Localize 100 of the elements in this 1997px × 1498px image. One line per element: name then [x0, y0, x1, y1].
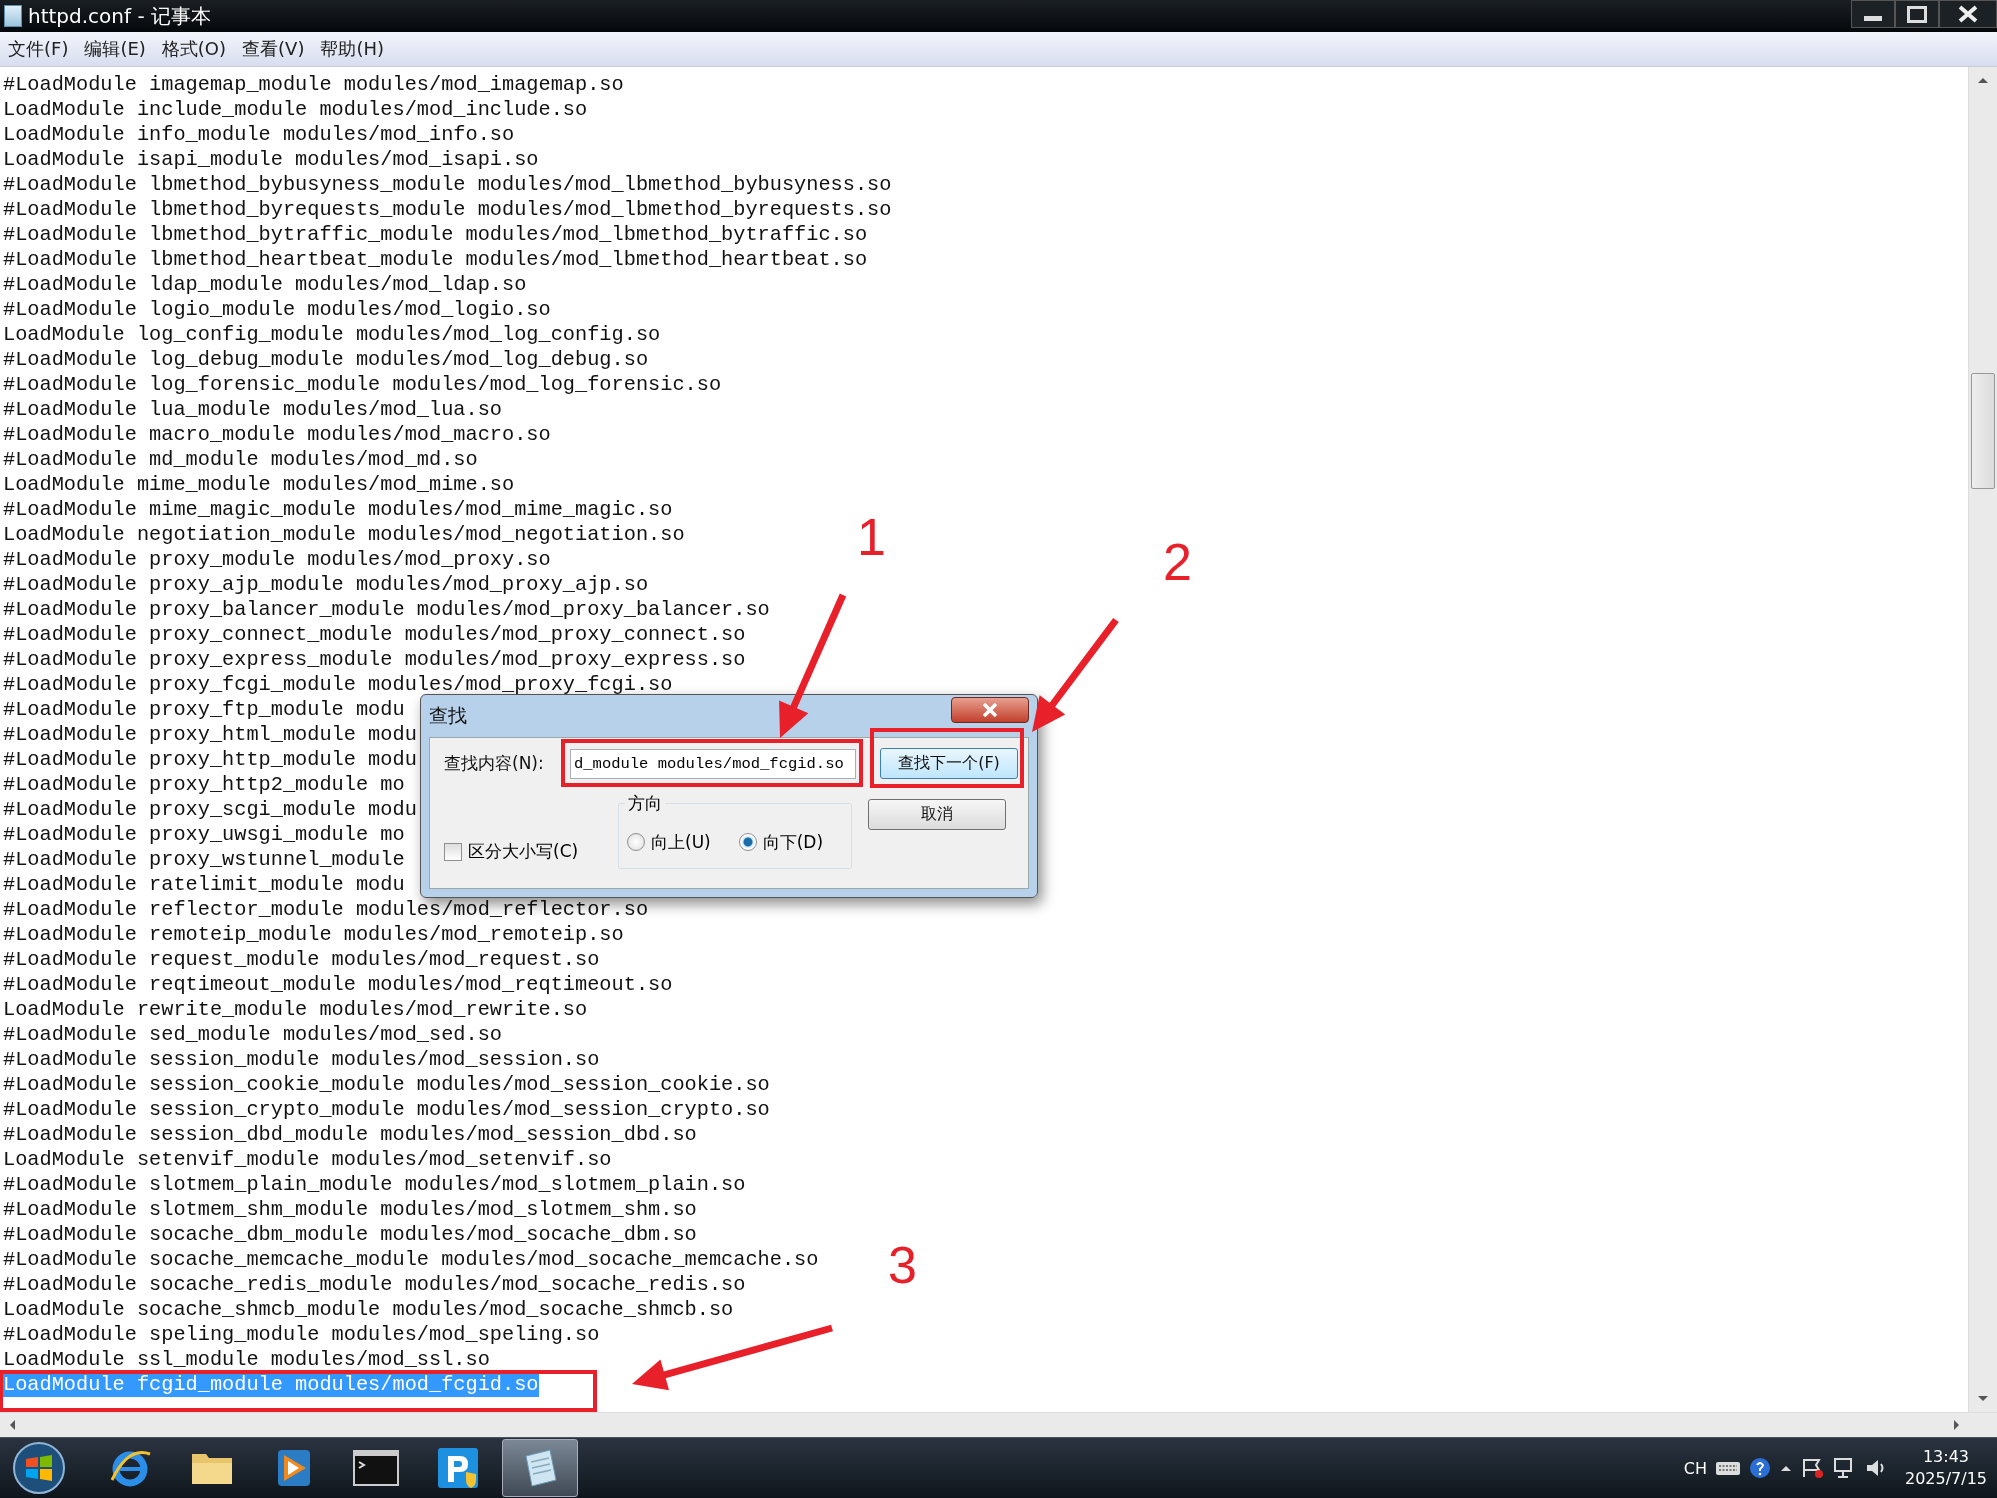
code-line: LoadModule setenvif_module modules/mod_setenvif.so — [3, 1147, 612, 1172]
code-line: #LoadModule session_module modules/mod_session.so — [3, 1047, 600, 1072]
code-line: #LoadModule session_cookie_module modules/mod_session_cookie.so — [3, 1072, 770, 1097]
code-line: #LoadModule reflector_module modules/mod_reflector.so — [3, 897, 649, 922]
code-line: LoadModule isapi_module modules/mod_isapi.so — [3, 147, 539, 172]
close-button[interactable] — [1939, 0, 1997, 28]
code-line: LoadModule info_module modules/mod_info.so — [3, 122, 515, 147]
code-line: #LoadModule lua_module modules/mod_lua.so — [3, 397, 502, 422]
code-line: #LoadModule md_module modules/mod_md.so — [3, 447, 478, 472]
annotation-number: 2 — [1163, 533, 1192, 591]
code-line: #LoadModule proxy_connect_module modules/mod_proxy_connect.so — [3, 622, 746, 647]
code-line: #LoadModule imagemap_module modules/mod_imagemap.so — [3, 72, 624, 97]
code-line: #LoadModule lbmethod_bytraffic_module modules/mod_lbmethod_bytraffic.so — [3, 222, 868, 247]
code-line: #LoadModule proxy_module modules/mod_proxy.so — [3, 547, 551, 572]
clock[interactable]: 13:43 2025/7/15 — [1904, 1446, 1987, 1490]
checkbox-label: 区分大小写(C) — [468, 840, 579, 863]
start-button[interactable] — [12, 1441, 66, 1495]
code-line: #LoadModule macro_module modules/mod_macro.so — [3, 422, 551, 447]
code-line: #LoadModule proxy_wstunnel_module — [3, 847, 405, 872]
code-line: #LoadModule proxy_html_module modu — [3, 722, 417, 747]
code-line: #LoadModule proxy_http_module modu — [3, 747, 417, 772]
code-line: #LoadModule proxy_ftp_module modu — [3, 697, 405, 722]
code-line: LoadModule include_module modules/mod_include.so — [3, 97, 588, 122]
scroll-up-icon[interactable] — [1977, 76, 1989, 84]
close-icon — [1957, 5, 1979, 23]
code-line: #LoadModule reqtimeout_module modules/mod_reqtimeout.so — [3, 972, 673, 997]
code-line: #LoadModule proxy_express_module modules/mod_proxy_express.so — [3, 647, 746, 672]
code-line: #LoadModule sed_module modules/mod_sed.so — [3, 1022, 502, 1047]
code-line: #LoadModule proxy_http2_module mo — [3, 772, 405, 797]
code-line: #LoadModule proxy_scgi_module modu — [3, 797, 417, 822]
code-line: LoadModule ssl_module modules/mod_ssl.so — [3, 1347, 490, 1372]
annotation-number: 1 — [857, 508, 886, 566]
app-icon — [436, 1446, 480, 1490]
vertical-scrollbar[interactable] — [1968, 67, 1997, 1412]
code-line: LoadModule socache_shmcb_module modules/mod_socache_shmcb.so — [3, 1297, 734, 1322]
menu-item[interactable]: 查看(V) — [234, 37, 313, 61]
code-line: LoadModule negotiation_module modules/mod_negotiation.so — [3, 522, 685, 547]
close-icon — [980, 702, 1000, 718]
code-line: #LoadModule lbmethod_byrequests_module modules/mod_lbmethod_byrequests.so — [3, 197, 892, 222]
find-next-button[interactable]: 查找下一个(F) — [880, 748, 1018, 779]
menu-item[interactable]: 文件(F) — [0, 37, 77, 61]
help-icon[interactable] — [1748, 1457, 1771, 1479]
code-line: #LoadModule log_debug_module modules/mod_log_debug.so — [3, 347, 649, 372]
find-label: 查找内容(N): — [444, 752, 545, 775]
code-line: #LoadModule proxy_uwsgi_module mo — [3, 822, 405, 847]
menu-item[interactable]: 格式(O) — [153, 37, 235, 61]
code-line: #LoadModule speling_module modules/mod_speling.so — [3, 1322, 600, 1347]
group-label: 方向 — [625, 792, 665, 815]
code-line: LoadModule mime_module modules/mod_mime.so — [3, 472, 515, 497]
code-line: #LoadModule lbmethod_heartbeat_module modules/mod_lbmethod_heartbeat.so — [3, 247, 868, 272]
scroll-right-icon[interactable] — [1953, 1419, 1961, 1431]
code-line: #LoadModule socache_dbm_module modules/mod_socache_dbm.so — [3, 1222, 697, 1247]
keyboard-icon[interactable] — [1714, 1459, 1741, 1477]
restore-icon — [1907, 5, 1927, 23]
match-case-checkbox[interactable]: 区分大小写(C) — [444, 840, 618, 863]
notepad-icon — [4, 5, 22, 27]
code-line: #LoadModule slotmem_shm_module modules/mod_slotmem_shm.so — [3, 1197, 697, 1222]
window-title: httpd.conf - 记事本 — [28, 2, 212, 30]
radio-button[interactable] — [627, 833, 645, 851]
terminal-icon — [353, 1450, 399, 1486]
horizontal-scrollbar[interactable] — [0, 1412, 1997, 1437]
code-line: #LoadModule mime_magic_module modules/mod_mime_magic.so — [3, 497, 673, 522]
find-field[interactable]: d_module modules/mod_fcgid.so — [570, 748, 856, 779]
scroll-thumb[interactable] — [1971, 373, 1995, 489]
menu-item[interactable]: 帮助(H) — [312, 37, 392, 61]
language-indicator[interactable]: CH — [1683, 1458, 1707, 1478]
code-line: LoadModule rewrite_module modules/mod_rewrite.so — [3, 997, 588, 1022]
minimize-button[interactable] — [1851, 0, 1895, 28]
code-line: #LoadModule ldap_module modules/mod_ldap.so — [3, 272, 527, 297]
flag-icon[interactable] — [1800, 1457, 1825, 1479]
radio-label: 向上(U) — [651, 830, 711, 854]
scroll-down-icon[interactable] — [1977, 1395, 1989, 1403]
code-line: #LoadModule proxy_fcgi_module modules/mod_proxy_fcgi.so — [3, 672, 673, 697]
menu-item[interactable]: 编辑(E) — [76, 37, 154, 61]
code-line: #LoadModule slotmem_plain_module modules/mod_slotmem_plain.so — [3, 1172, 746, 1197]
annotation-number: 3 — [888, 1236, 917, 1294]
code-line: #LoadModule log_forensic_module modules/mod_log_forensic.so — [3, 372, 722, 397]
code-line: #LoadModule session_dbd_module modules/mod_session_dbd.so — [3, 1122, 697, 1147]
code-line: #LoadModule proxy_balancer_module modules/mod_proxy_balancer.so — [3, 597, 770, 622]
code-line: LoadModule log_config_module modules/mod_log_config.so — [3, 322, 661, 347]
clock-time: 13:43 — [1922, 1446, 1970, 1468]
restore-button[interactable] — [1895, 0, 1939, 28]
close-button[interactable] — [951, 697, 1029, 723]
code-line: #LoadModule socache_redis_module modules/mod_socache_redis.so — [3, 1272, 746, 1297]
code-line: #LoadModule session_crypto_module modules/mod_session_crypto.so — [3, 1097, 770, 1122]
dialog-title: 查找 — [429, 703, 467, 728]
code-line: #LoadModule logio_module modules/mod_logio.so — [3, 297, 551, 322]
code-line: #LoadModule remoteip_module modules/mod_remoteip.so — [3, 922, 624, 947]
code-line: #LoadModule socache_memcache_module modules/mod_socache_memcache.so — [3, 1247, 819, 1272]
scroll-left-icon[interactable] — [8, 1419, 16, 1431]
radio-button[interactable] — [738, 833, 757, 851]
cancel-button[interactable]: 取消 — [868, 799, 1006, 830]
code-line: #LoadModule lbmethod_bybusyness_module modules/mod_lbmethod_bybusyness.so — [3, 172, 892, 197]
code-line: #LoadModule request_module modules/mod_request.so — [3, 947, 600, 972]
code-line: #LoadModule ratelimit_module modu — [3, 872, 405, 897]
radio-label: 向下(D) — [762, 830, 824, 854]
taskbar-app[interactable] — [502, 1439, 578, 1497]
minimize-icon — [1864, 15, 1882, 21]
clock-date: 2025/7/15 — [1904, 1468, 1987, 1490]
checkbox[interactable] — [444, 842, 462, 861]
